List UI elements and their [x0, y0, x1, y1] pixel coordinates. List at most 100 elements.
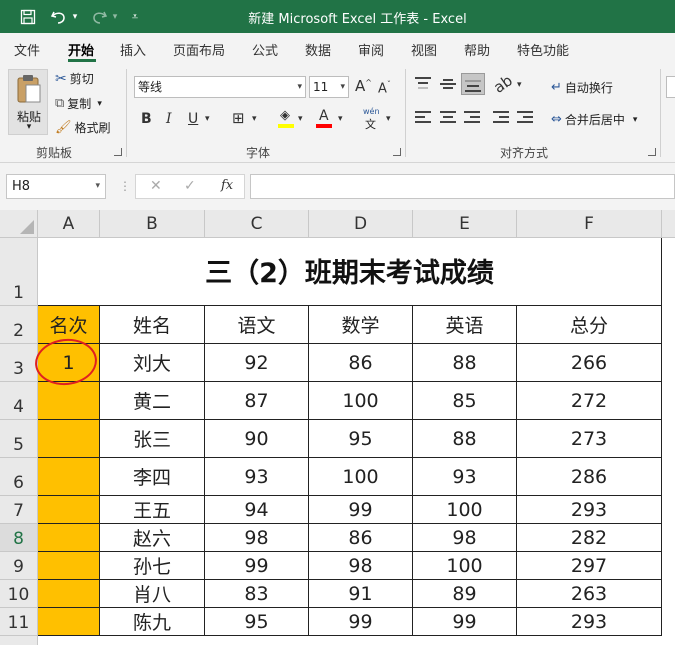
- row-header-4[interactable]: 4: [0, 382, 38, 420]
- table-cell[interactable]: 99: [413, 608, 517, 636]
- table-cell[interactable]: [38, 552, 100, 580]
- table-cell[interactable]: 黄二: [100, 382, 205, 420]
- table-cell[interactable]: 89: [413, 580, 517, 608]
- italic-button[interactable]: I: [166, 112, 172, 126]
- alignment-launcher-icon[interactable]: [648, 148, 656, 156]
- font-color-dropdown-icon[interactable]: ▾: [338, 115, 343, 124]
- row-header-11[interactable]: 11: [0, 608, 38, 636]
- fill-color-button[interactable]: ◈: [278, 109, 296, 129]
- paste-button[interactable]: 粘贴 ▾: [8, 69, 48, 135]
- table-cell[interactable]: 100: [309, 382, 413, 420]
- table-cell[interactable]: 98: [205, 524, 309, 552]
- table-cell[interactable]: [38, 496, 100, 524]
- row-header-3[interactable]: 3: [0, 344, 38, 382]
- column-header-b[interactable]: B: [100, 210, 205, 238]
- table-cell[interactable]: 98: [309, 552, 413, 580]
- column-header-a[interactable]: A: [38, 210, 100, 238]
- row-header-5[interactable]: 5: [0, 420, 38, 458]
- table-cell[interactable]: 刘大: [100, 344, 205, 382]
- phonetic-button[interactable]: wén 文: [363, 107, 383, 131]
- header-cell-name[interactable]: 姓名: [100, 306, 205, 344]
- table-cell[interactable]: 86: [309, 524, 413, 552]
- table-cell[interactable]: 273: [517, 420, 662, 458]
- table-cell[interactable]: 93: [205, 458, 309, 496]
- table-cell[interactable]: 100: [413, 552, 517, 580]
- tab-home[interactable]: 开始: [68, 40, 94, 59]
- tab-review[interactable]: 审阅: [358, 40, 384, 59]
- row-header-8[interactable]: 8: [0, 524, 38, 552]
- table-cell[interactable]: 297: [517, 552, 662, 580]
- table-cell[interactable]: 282: [517, 524, 662, 552]
- table-cell[interactable]: 272: [517, 382, 662, 420]
- clipboard-launcher-icon[interactable]: [114, 148, 122, 156]
- column-header-f[interactable]: F: [517, 210, 662, 238]
- table-cell[interactable]: 94: [205, 496, 309, 524]
- cut-button[interactable]: ✂ 剪切: [55, 70, 94, 87]
- tab-features[interactable]: 特色功能: [517, 40, 569, 59]
- bold-button[interactable]: B: [141, 112, 152, 126]
- shrink-font-button[interactable]: Aˇ: [378, 81, 391, 96]
- orientation-icon[interactable]: ab: [490, 71, 516, 96]
- align-bottom-icon[interactable]: [461, 73, 485, 95]
- font-launcher-icon[interactable]: [393, 148, 401, 156]
- table-cell[interactable]: 266: [517, 344, 662, 382]
- align-center-icon[interactable]: [440, 111, 458, 125]
- table-cell[interactable]: 孙七: [100, 552, 205, 580]
- header-cell-chinese[interactable]: 语文: [205, 306, 309, 344]
- table-cell[interactable]: 王五: [100, 496, 205, 524]
- underline-dropdown-icon[interactable]: ▾: [205, 115, 210, 124]
- enter-icon[interactable]: ✓: [184, 178, 196, 194]
- align-right-icon[interactable]: [464, 111, 482, 125]
- table-cell[interactable]: 90: [205, 420, 309, 458]
- table-cell[interactable]: 98: [413, 524, 517, 552]
- select-all-button[interactable]: [0, 210, 38, 238]
- tab-file[interactable]: 文件: [14, 40, 40, 59]
- tab-data[interactable]: 数据: [305, 40, 331, 59]
- table-cell[interactable]: 293: [517, 496, 662, 524]
- table-cell[interactable]: 85: [413, 382, 517, 420]
- decrease-indent-icon[interactable]: [493, 111, 511, 125]
- table-cell[interactable]: 陈九: [100, 608, 205, 636]
- phonetic-dropdown-icon[interactable]: ▾: [386, 115, 391, 124]
- merge-center-button[interactable]: ⇔ 合并后居中 ▾: [551, 111, 637, 128]
- align-left-icon[interactable]: [415, 111, 433, 125]
- row-header-10[interactable]: 10: [0, 580, 38, 608]
- font-name-select[interactable]: 等线 ▾: [134, 76, 306, 98]
- table-cell[interactable]: 肖八: [100, 580, 205, 608]
- tab-formulas[interactable]: 公式: [252, 40, 278, 59]
- table-cell[interactable]: 88: [413, 420, 517, 458]
- table-cell[interactable]: 100: [413, 496, 517, 524]
- table-cell[interactable]: 86: [309, 344, 413, 382]
- font-color-button[interactable]: A: [316, 109, 334, 129]
- empty-column-area[interactable]: [662, 238, 675, 645]
- table-cell[interactable]: 100: [309, 458, 413, 496]
- font-size-select[interactable]: 11 ▾: [309, 76, 349, 98]
- table-cell[interactable]: 293: [517, 608, 662, 636]
- grow-font-button[interactable]: A^: [355, 79, 372, 94]
- row-header-12[interactable]: [0, 636, 38, 645]
- sheet-title-cell[interactable]: 三（2）班期末考试成绩: [38, 238, 662, 306]
- align-middle-icon[interactable]: [440, 77, 458, 91]
- table-cell[interactable]: 张三: [100, 420, 205, 458]
- cancel-icon[interactable]: ✕: [150, 178, 162, 194]
- table-cell[interactable]: 92: [205, 344, 309, 382]
- table-cell[interactable]: [38, 382, 100, 420]
- tab-view[interactable]: 视图: [411, 40, 437, 59]
- table-cell[interactable]: 95: [309, 420, 413, 458]
- column-header-c[interactable]: C: [205, 210, 309, 238]
- table-cell[interactable]: 263: [517, 580, 662, 608]
- header-cell-math[interactable]: 数学: [309, 306, 413, 344]
- row-header-1[interactable]: 1: [0, 238, 38, 306]
- table-cell[interactable]: 88: [413, 344, 517, 382]
- table-cell[interactable]: 赵六: [100, 524, 205, 552]
- row-header-7[interactable]: 7: [0, 496, 38, 524]
- row-header-6[interactable]: 6: [0, 458, 38, 496]
- table-cell[interactable]: [38, 420, 100, 458]
- borders-dropdown-icon[interactable]: ▾: [252, 115, 257, 124]
- column-header-g[interactable]: [662, 210, 675, 238]
- borders-icon[interactable]: ⊞: [232, 111, 245, 126]
- column-header-e[interactable]: E: [413, 210, 517, 238]
- fill-dropdown-icon[interactable]: ▾: [298, 115, 303, 124]
- wrap-text-button[interactable]: ↵ 自动换行: [551, 79, 613, 96]
- tab-insert[interactable]: 插入: [120, 40, 146, 59]
